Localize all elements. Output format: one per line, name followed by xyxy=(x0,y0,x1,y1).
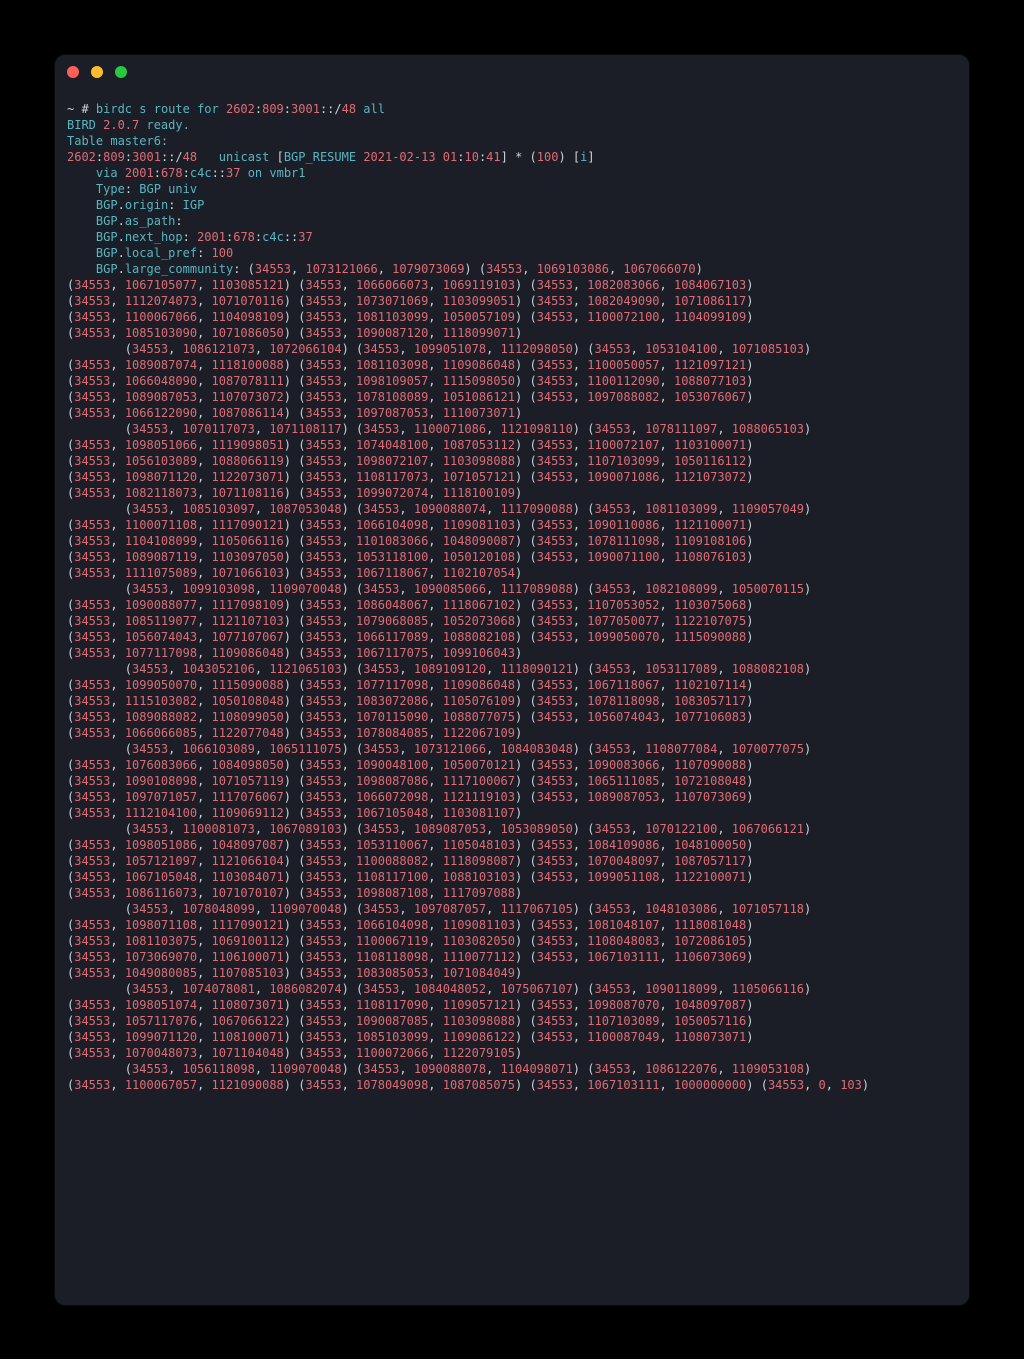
close-icon[interactable] xyxy=(67,66,79,78)
minimize-icon[interactable] xyxy=(91,66,103,78)
terminal-window: ~ # birdc s route for 2602:809:3001::/48… xyxy=(55,55,969,1305)
maximize-icon[interactable] xyxy=(115,66,127,78)
terminal-output: ~ # birdc s route for 2602:809:3001::/48… xyxy=(55,95,969,1105)
titlebar xyxy=(55,55,969,95)
